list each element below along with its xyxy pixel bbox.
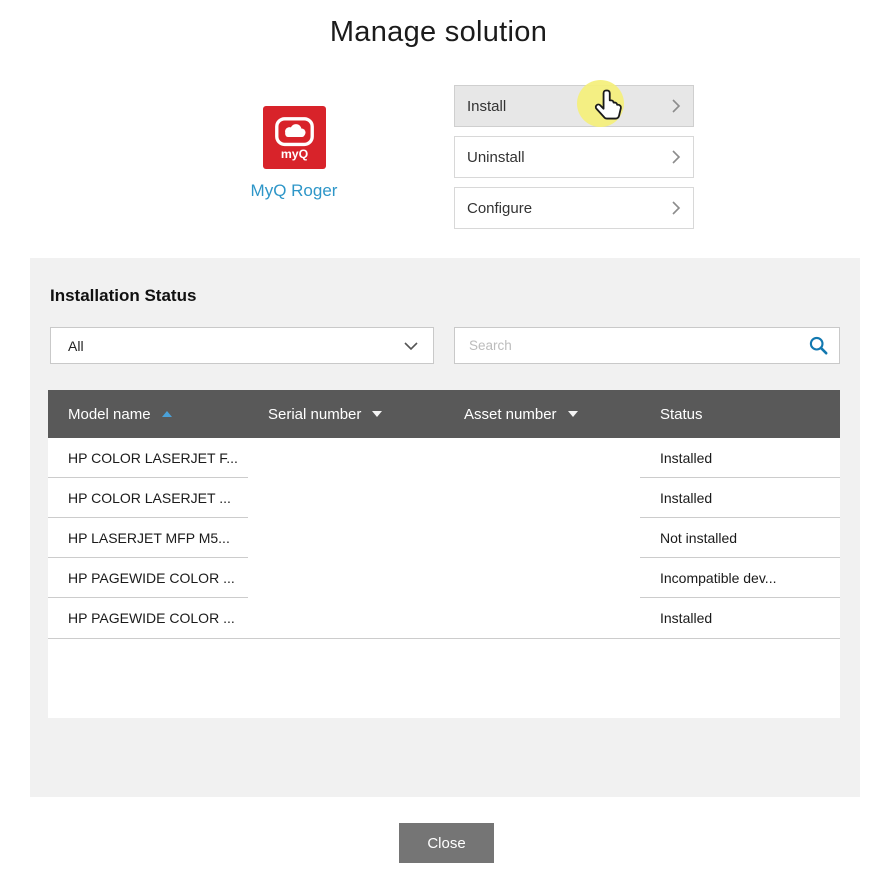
page-title: Manage solution: [0, 16, 877, 49]
serial-cell: [248, 598, 444, 638]
status-filter-value: All: [68, 338, 84, 354]
asset-cell: [444, 598, 640, 638]
installation-status-panel: Installation Status All Model name Seria…: [30, 258, 860, 797]
configure-button-label: Configure: [467, 200, 532, 217]
table-row[interactable]: HP COLOR LASERJET F... Installed: [48, 438, 840, 478]
chevron-right-icon: [671, 98, 681, 114]
solution-block: myQ MyQ Roger: [250, 106, 338, 201]
asset-cell: [444, 518, 640, 558]
solution-name: MyQ Roger: [250, 181, 338, 201]
asset-cell: [444, 438, 640, 478]
install-button[interactable]: Install: [454, 85, 694, 127]
asset-cell: [444, 558, 640, 598]
chevron-right-icon: [671, 200, 681, 216]
status-cell: Incompatible dev...: [640, 558, 840, 598]
panel-heading: Installation Status: [50, 286, 196, 306]
status-cell: Installed: [640, 438, 840, 478]
column-header-model-name[interactable]: Model name: [48, 390, 248, 438]
table-header-row: Model name Serial number Asset number St…: [48, 390, 840, 438]
sort-desc-icon: [568, 411, 578, 417]
column-header-asset-number[interactable]: Asset number: [444, 390, 640, 438]
configure-button[interactable]: Configure: [454, 187, 694, 229]
device-table: Model name Serial number Asset number St…: [48, 390, 840, 718]
serial-cell: [248, 478, 444, 518]
table-row[interactable]: HP LASERJET MFP M5... Not installed: [48, 518, 840, 558]
uninstall-button[interactable]: Uninstall: [454, 136, 694, 178]
model-cell: HP PAGEWIDE COLOR ...: [48, 598, 248, 638]
myq-logo-icon: myQ: [263, 106, 326, 169]
model-cell: HP COLOR LASERJET F...: [48, 438, 248, 478]
column-header-status[interactable]: Status: [640, 390, 840, 438]
status-cell: Not installed: [640, 518, 840, 558]
asset-cell: [444, 478, 640, 518]
search-input[interactable]: [467, 337, 808, 354]
close-button[interactable]: Close: [399, 823, 494, 863]
status-cell: Installed: [640, 478, 840, 518]
table-row[interactable]: HP PAGEWIDE COLOR ... Installed: [48, 598, 840, 639]
search-icon[interactable]: [808, 335, 829, 356]
table-row[interactable]: HP PAGEWIDE COLOR ... Incompatible dev..…: [48, 558, 840, 598]
serial-cell: [248, 558, 444, 598]
chevron-right-icon: [671, 149, 681, 165]
svg-text:myQ: myQ: [280, 147, 308, 161]
chevron-down-icon: [403, 341, 419, 351]
model-cell: HP LASERJET MFP M5...: [48, 518, 248, 558]
status-cell: Installed: [640, 598, 840, 638]
search-box: [454, 327, 840, 364]
serial-cell: [248, 438, 444, 478]
status-filter-dropdown[interactable]: All: [50, 327, 434, 364]
sort-desc-icon: [372, 411, 382, 417]
model-cell: HP COLOR LASERJET ...: [48, 478, 248, 518]
model-cell: HP PAGEWIDE COLOR ...: [48, 558, 248, 598]
uninstall-button-label: Uninstall: [467, 149, 525, 166]
serial-cell: [248, 518, 444, 558]
table-row[interactable]: HP COLOR LASERJET ... Installed: [48, 478, 840, 518]
install-button-label: Install: [467, 98, 506, 115]
sort-asc-icon: [162, 411, 172, 417]
column-header-serial-number[interactable]: Serial number: [248, 390, 444, 438]
